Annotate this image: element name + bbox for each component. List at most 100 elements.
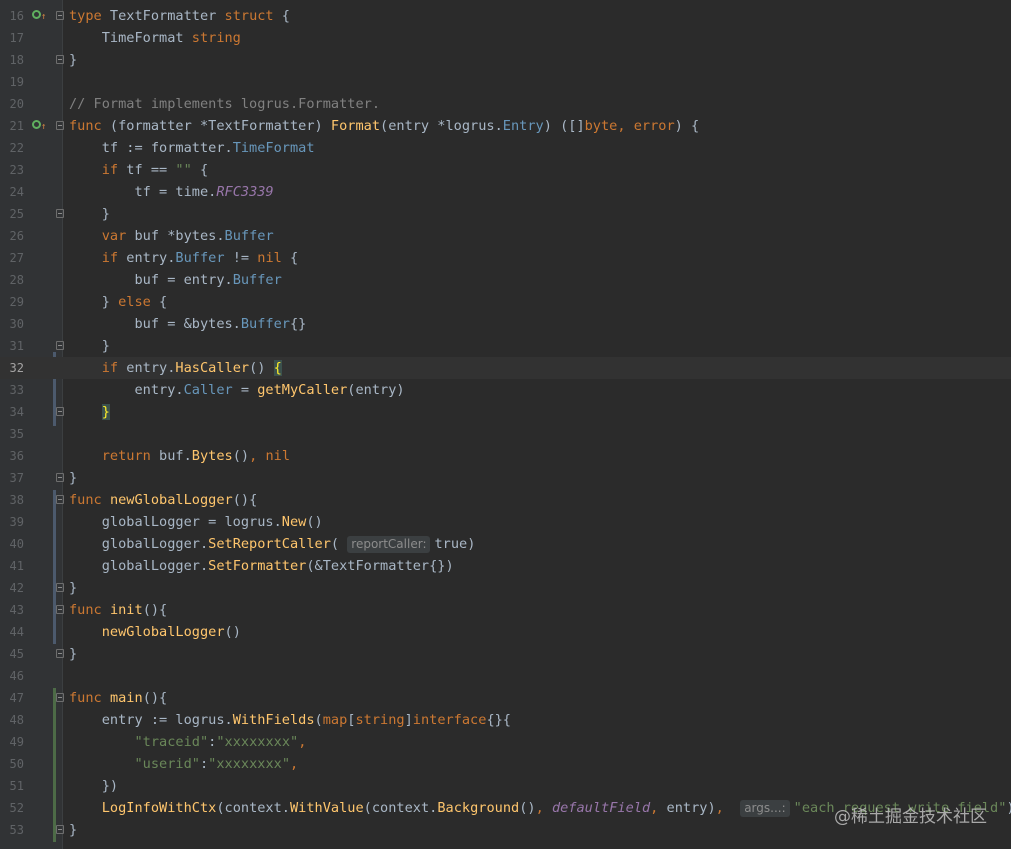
code-line[interactable]: 42} <box>0 577 1011 599</box>
fold-toggle-icon[interactable] <box>56 121 64 130</box>
implements-icon[interactable] <box>32 120 41 129</box>
fold-toggle-icon[interactable] <box>56 649 64 658</box>
fold-toggle-icon[interactable] <box>56 11 64 20</box>
code-line[interactable]: 37} <box>0 467 1011 489</box>
code-text[interactable]: func newGlobalLogger(){ <box>69 489 257 511</box>
code-text[interactable]: entry := logrus.WithFields(map[string]in… <box>69 709 511 731</box>
fold-toggle-icon[interactable] <box>56 209 64 218</box>
code-line[interactable]: 30 buf = &bytes.Buffer{} <box>0 313 1011 335</box>
code-line[interactable]: 22 tf := formatter.TimeFormat <box>0 137 1011 159</box>
code-line[interactable]: 29 } else { <box>0 291 1011 313</box>
line-number: 31 <box>9 339 24 353</box>
code-line[interactable]: 26 var buf *bytes.Buffer <box>0 225 1011 247</box>
fold-toggle-icon[interactable] <box>56 495 64 504</box>
code-text[interactable]: "userid":"xxxxxxxx", <box>69 753 298 775</box>
code-text[interactable]: globalLogger.SetReportCaller( reportCall… <box>69 533 475 555</box>
line-number: 25 <box>9 207 24 221</box>
code-line[interactable]: 50 "userid":"xxxxxxxx", <box>0 753 1011 775</box>
code-text[interactable]: }) <box>69 775 118 797</box>
code-line[interactable]: 21 ↑ func (formatter *TextFormatter) Forma… <box>0 115 1011 137</box>
code-line[interactable]: 41 globalLogger.SetFormatter(&TextFormat… <box>0 555 1011 577</box>
code-text[interactable]: type TextFormatter struct { <box>69 5 290 27</box>
code-text[interactable]: entry.Caller = getMyCaller(entry) <box>69 379 404 401</box>
code-line[interactable]: 34 } <box>0 401 1011 423</box>
code-text[interactable]: globalLogger = logrus.New() <box>69 511 323 533</box>
code-line[interactable]: 17 TimeFormat string <box>0 27 1011 49</box>
go-to-interface-icon[interactable]: ↑ <box>41 116 46 138</box>
code-line[interactable]: 18} <box>0 49 1011 71</box>
code-text[interactable]: } else { <box>69 291 168 313</box>
code-line[interactable]: 46 <box>0 665 1011 687</box>
code-line[interactable]: 27 if entry.Buffer != nil { <box>0 247 1011 269</box>
code-text[interactable]: "traceid":"xxxxxxxx", <box>69 731 306 753</box>
code-text[interactable]: globalLogger.SetFormatter(&TextFormatter… <box>69 555 454 577</box>
implements-icon[interactable] <box>32 10 41 19</box>
code-text[interactable]: } <box>69 643 77 665</box>
code-text[interactable]: TimeFormat string <box>69 27 241 49</box>
go-to-interface-icon[interactable]: ↑ <box>41 6 46 28</box>
code-line[interactable]: 23 if tf == "" { <box>0 159 1011 181</box>
code-line[interactable]: 43 func init(){ <box>0 599 1011 621</box>
line-number: 23 <box>9 163 24 177</box>
code-line[interactable]: 36 return buf.Bytes(), nil <box>0 445 1011 467</box>
code-text[interactable]: } <box>69 401 110 423</box>
code-line[interactable]: 24 tf = time.RFC3339 <box>0 181 1011 203</box>
code-text[interactable]: buf = entry.Buffer <box>69 269 281 291</box>
code-text[interactable]: } <box>69 335 110 357</box>
code-line[interactable]: 28 buf = entry.Buffer <box>0 269 1011 291</box>
code-line[interactable]: 35 <box>0 423 1011 445</box>
line-number: 34 <box>9 405 24 419</box>
code-text[interactable]: // Format implements logrus.Formatter. <box>69 93 380 115</box>
code-editor[interactable]: 16 ↑ type TextFormatter struct {17 TimeFor… <box>0 0 1011 849</box>
code-text[interactable]: func main(){ <box>69 687 167 709</box>
fold-toggle-icon[interactable] <box>56 583 64 592</box>
code-text[interactable]: } <box>69 819 77 841</box>
code-line[interactable]: 51 }) <box>0 775 1011 797</box>
code-line[interactable]: 45} <box>0 643 1011 665</box>
code-text[interactable]: func init(){ <box>69 599 167 621</box>
code-text[interactable]: if tf == "" { <box>69 159 208 181</box>
line-number: 48 <box>9 713 24 727</box>
code-line[interactable]: 48 entry := logrus.WithFields(map[string… <box>0 709 1011 731</box>
code-text[interactable]: tf = time.RFC3339 <box>69 181 273 203</box>
code-line[interactable]: 40 globalLogger.SetReportCaller( reportC… <box>0 533 1011 555</box>
line-number: 37 <box>9 471 24 485</box>
fold-toggle-icon[interactable] <box>56 473 64 482</box>
code-line[interactable]: 25 } <box>0 203 1011 225</box>
line-number: 44 <box>9 625 24 639</box>
code-text[interactable]: buf = &bytes.Buffer{} <box>69 313 306 335</box>
code-line[interactable]: 33 entry.Caller = getMyCaller(entry) <box>0 379 1011 401</box>
line-number: 29 <box>9 295 24 309</box>
code-text[interactable]: newGlobalLogger() <box>69 621 241 643</box>
code-line[interactable]: 19 <box>0 71 1011 93</box>
fold-toggle-icon[interactable] <box>56 825 64 834</box>
code-text[interactable]: tf := formatter.TimeFormat <box>69 137 315 159</box>
code-line[interactable]: 44 newGlobalLogger() <box>0 621 1011 643</box>
code-text[interactable]: } <box>69 467 77 489</box>
line-number: 26 <box>9 229 24 243</box>
code-line[interactable]: 20 // Format implements logrus.Formatter. <box>0 93 1011 115</box>
code-line[interactable]: 32 if entry.HasCaller() { <box>0 357 1011 379</box>
fold-toggle-icon[interactable] <box>56 55 64 64</box>
fold-toggle-icon[interactable] <box>56 605 64 614</box>
fold-toggle-icon[interactable] <box>56 693 64 702</box>
code-text[interactable]: } <box>69 49 77 71</box>
fold-toggle-icon[interactable] <box>56 407 64 416</box>
code-text[interactable]: } <box>69 203 110 225</box>
code-text[interactable]: if entry.HasCaller() { <box>69 357 282 379</box>
code-line[interactable]: 49 "traceid":"xxxxxxxx", <box>0 731 1011 753</box>
code-text[interactable]: func (formatter *TextFormatter) Format(e… <box>69 115 699 137</box>
line-number: 35 <box>9 427 24 441</box>
line-number: 21 <box>9 119 24 133</box>
code-line[interactable]: 16 ↑ type TextFormatter struct { <box>0 5 1011 27</box>
code-line[interactable]: 39 globalLogger = logrus.New() <box>0 511 1011 533</box>
code-text[interactable]: } <box>69 577 77 599</box>
code-line[interactable]: 38 func newGlobalLogger(){ <box>0 489 1011 511</box>
code-line[interactable]: 31 } <box>0 335 1011 357</box>
code-text[interactable]: var buf *bytes.Buffer <box>69 225 274 247</box>
code-line[interactable]: 47 func main(){ <box>0 687 1011 709</box>
fold-toggle-icon[interactable] <box>56 341 64 350</box>
code-text[interactable]: return buf.Bytes(), nil <box>69 445 290 467</box>
code-text[interactable]: if entry.Buffer != nil { <box>69 247 298 269</box>
line-number: 17 <box>9 31 24 45</box>
